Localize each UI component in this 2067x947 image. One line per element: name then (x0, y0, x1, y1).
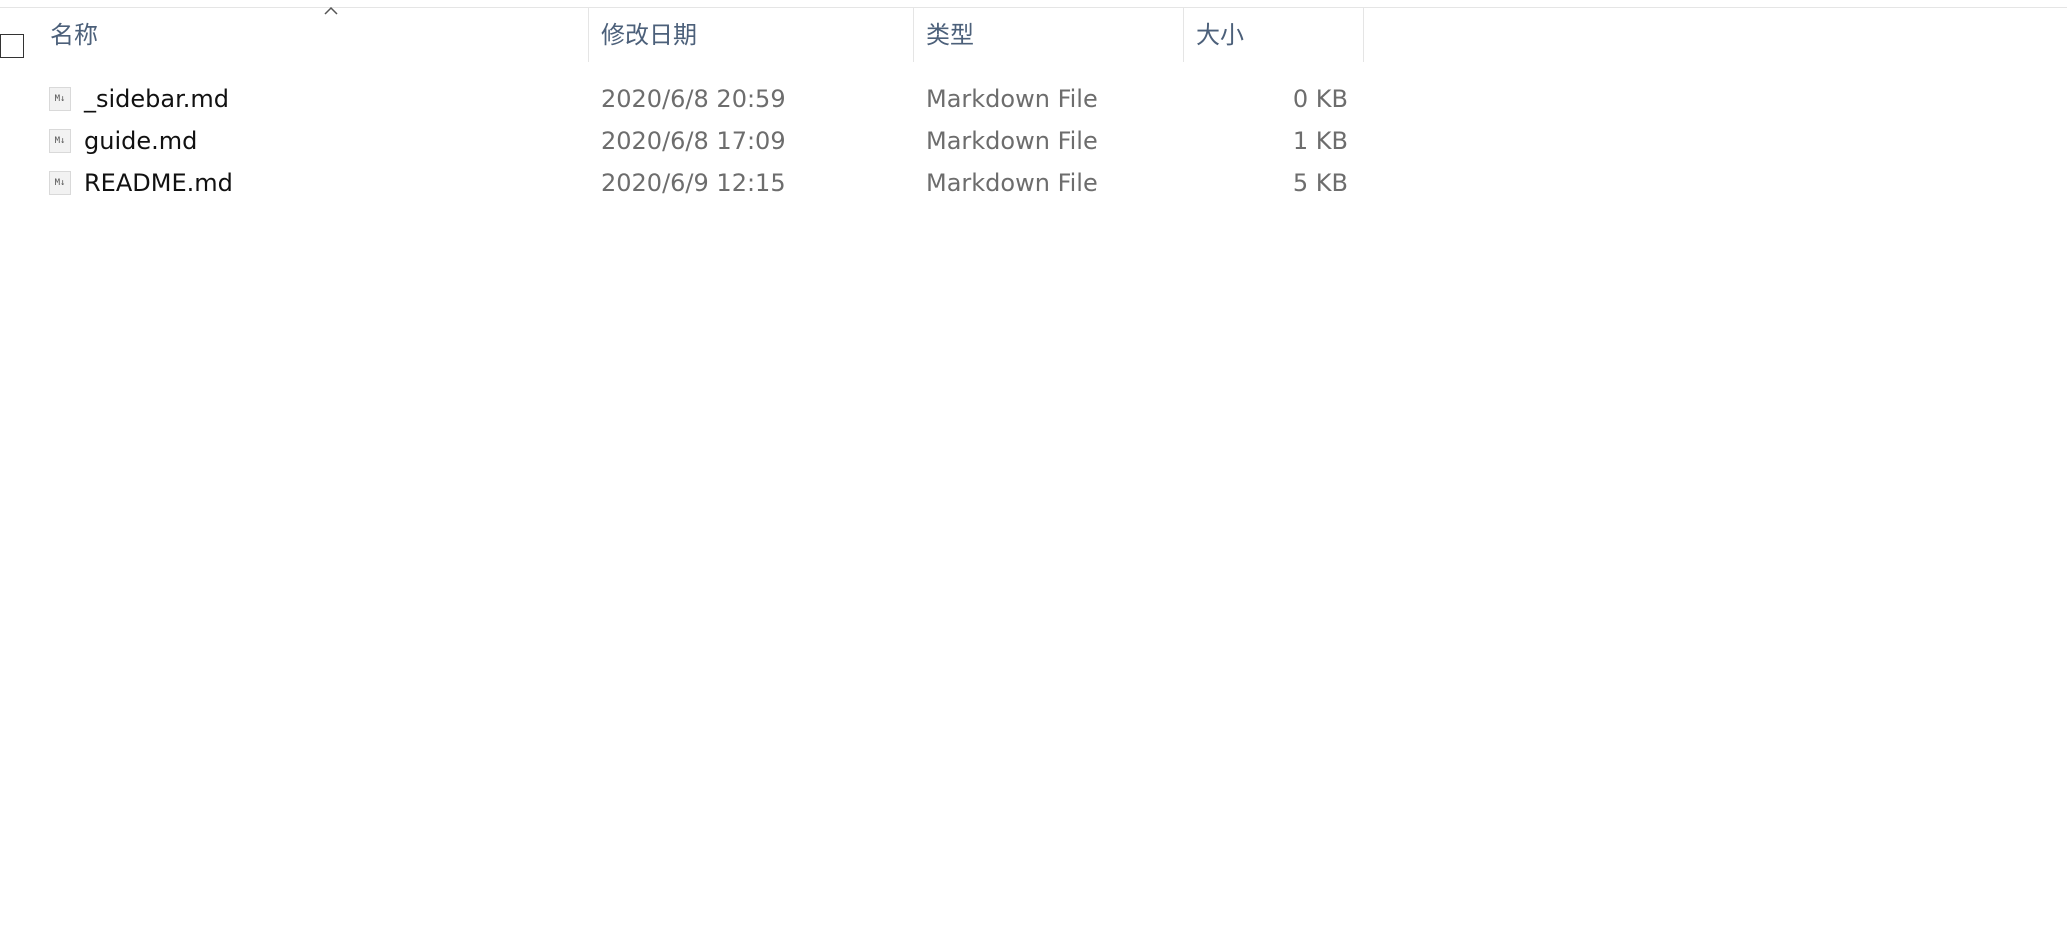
file-row[interactable]: M↓ _sidebar.md 2020/6/8 20:59 Markdown F… (0, 78, 1364, 120)
column-header-date[interactable]: 修改日期 (589, 8, 914, 62)
file-name[interactable]: guide.md (84, 120, 197, 162)
chevron-up-icon (324, 6, 338, 15)
column-header-name-label: 名称 (50, 21, 98, 49)
file-list-view: 名称 修改日期 类型 大小 M↓ _sidebar.md 2020/6/8 20… (0, 0, 2067, 947)
file-type: Markdown File (926, 127, 1098, 155)
column-header-row: 名称 修改日期 类型 大小 (0, 6, 1364, 62)
select-all-checkbox[interactable] (0, 34, 24, 58)
markdown-file-icon: M↓ (49, 171, 71, 195)
file-modified-date: 2020/6/9 12:15 (601, 169, 786, 197)
file-size: 5 KB (1292, 169, 1348, 197)
file-row[interactable]: M↓ guide.md 2020/6/8 17:09 Markdown File… (0, 120, 1364, 162)
file-name[interactable]: README.md (84, 162, 233, 204)
file-modified-date: 2020/6/8 20:59 (601, 85, 786, 113)
markdown-file-icon: M↓ (49, 87, 71, 111)
file-name[interactable]: _sidebar.md (84, 78, 229, 120)
file-type: Markdown File (926, 85, 1098, 113)
column-header-size[interactable]: 大小 (1184, 8, 1364, 62)
file-size: 1 KB (1292, 127, 1348, 155)
column-header-type[interactable]: 类型 (914, 8, 1184, 62)
file-row[interactable]: M↓ README.md 2020/6/9 12:15 Markdown Fil… (0, 162, 1364, 204)
file-type: Markdown File (926, 169, 1098, 197)
column-header-type-label: 类型 (926, 21, 974, 49)
column-header-date-label: 修改日期 (601, 21, 697, 49)
column-header-size-label: 大小 (1196, 21, 1244, 49)
column-header-name[interactable]: 名称 (38, 6, 589, 62)
file-size: 0 KB (1292, 85, 1348, 113)
markdown-file-icon: M↓ (49, 129, 71, 153)
file-modified-date: 2020/6/8 17:09 (601, 127, 786, 155)
